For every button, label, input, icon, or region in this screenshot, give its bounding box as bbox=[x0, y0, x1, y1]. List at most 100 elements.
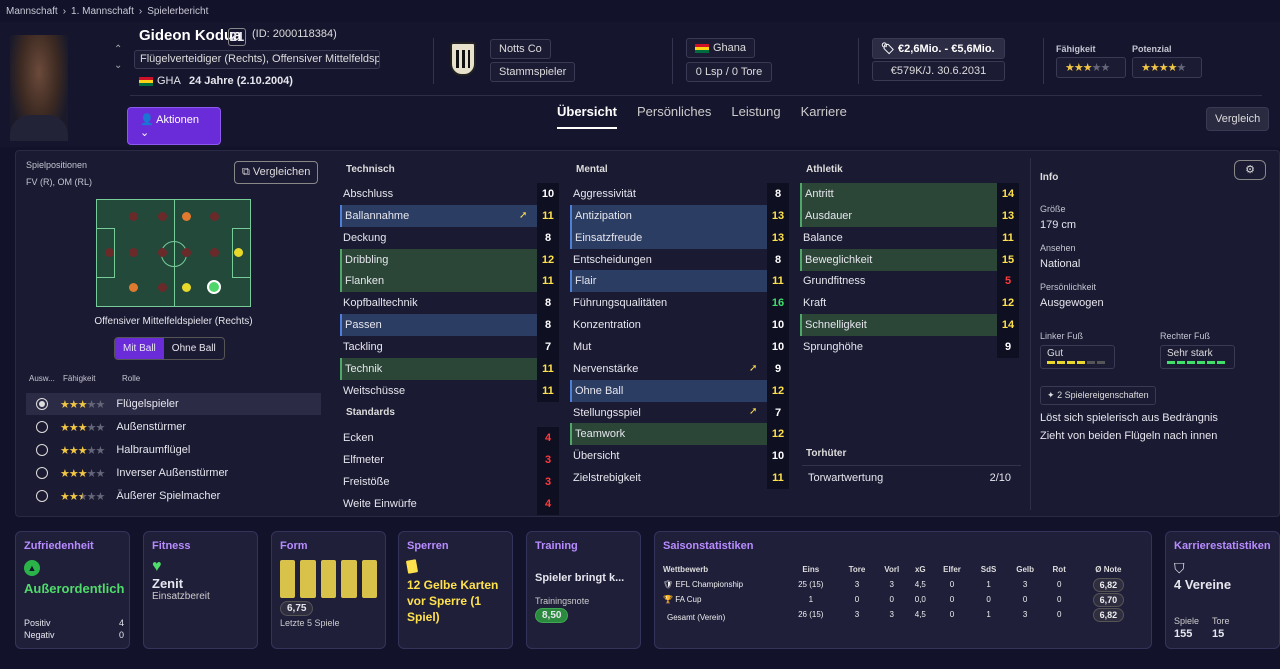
fitness-card[interactable]: Fitness ♥ Zenit Einsatzbereit bbox=[143, 531, 258, 649]
personality-label: Persönlichkeit bbox=[1040, 282, 1097, 292]
compare-positions-button[interactable]: ⧉ Vergleichen bbox=[234, 161, 319, 184]
attribute-row[interactable]: Ohne Ball 12 bbox=[570, 379, 789, 402]
attribute-row[interactable]: Flair 11 bbox=[570, 270, 789, 293]
bans-card[interactable]: Sperren 12 Gelbe Karten vor Sperre (1 Sp… bbox=[398, 531, 513, 649]
attribute-value: 13 bbox=[997, 204, 1019, 227]
training-card[interactable]: Training Spieler bringt k... Trainingsno… bbox=[526, 531, 641, 649]
attribute-row[interactable]: Beweglichkeit 15 bbox=[800, 248, 1019, 271]
attribute-value: 13 bbox=[767, 226, 789, 249]
attribute-name: Ballannahme bbox=[345, 209, 410, 222]
role-row[interactable]: ★★★★★ Außenstürmer bbox=[26, 416, 321, 438]
attribute-row[interactable]: Elfmeter 3 bbox=[340, 448, 559, 471]
attribute-row[interactable]: Antizipation 13 bbox=[570, 204, 789, 227]
role-row[interactable]: ★★★★★ Halbraumflügel bbox=[26, 439, 321, 461]
attribute-value: 14 bbox=[997, 183, 1019, 205]
breadcrumb-first-team[interactable]: 1. Mannschaft bbox=[71, 6, 134, 17]
attribute-row[interactable]: Sprunghöhe 9 bbox=[800, 335, 1019, 358]
morale-negative-count: 0 bbox=[118, 630, 124, 640]
season-col-header[interactable]: Ø Note bbox=[1074, 562, 1143, 577]
club-name[interactable]: Notts Co bbox=[490, 39, 551, 59]
career-stats-card[interactable]: Karrierestatistiken ⛉ 4 Vereine Spiele 1… bbox=[1165, 531, 1280, 649]
attribute-name: Übersicht bbox=[573, 450, 620, 463]
role-radio[interactable] bbox=[36, 421, 48, 433]
season-col-header[interactable]: Elfer bbox=[933, 562, 972, 577]
attribute-row[interactable]: Grundfitness 5 bbox=[800, 270, 1019, 293]
with-ball-button[interactable]: Mit Ball bbox=[115, 338, 164, 359]
attribute-row[interactable]: Einsatzfreude 13 bbox=[570, 226, 789, 249]
competition-name: 🏆 FA Cup bbox=[663, 592, 783, 607]
attribute-row[interactable]: Führungsqualitäten 16 bbox=[570, 292, 789, 315]
attribute-row[interactable]: Dribbling 12 bbox=[340, 248, 559, 271]
season-col-header[interactable]: Rot bbox=[1045, 562, 1074, 577]
chevron-up-icon[interactable]: ⌃ bbox=[114, 44, 122, 55]
compare-button[interactable]: Vergleich bbox=[1206, 107, 1270, 131]
attribute-row[interactable]: Kraft 12 bbox=[800, 292, 1019, 315]
morale-card[interactable]: Zufriedenheit ▲ Außerordentlich Positiv 4… bbox=[15, 531, 130, 649]
season-col-header[interactable]: Vorl bbox=[875, 562, 908, 577]
actions-button[interactable]: 👤 Aktionen ⌄ bbox=[127, 107, 221, 145]
stat-cell: 0,0 bbox=[914, 595, 926, 604]
squad-number: 21 bbox=[228, 28, 246, 46]
attribute-row[interactable]: Zielstrebigkeit 11 bbox=[570, 467, 789, 490]
attribute-value: 9 bbox=[767, 357, 789, 380]
attribute-row[interactable]: Tackling 7 bbox=[340, 335, 559, 358]
attribute-value: 14 bbox=[997, 314, 1019, 337]
attribute-row[interactable]: Freistöße 3 bbox=[340, 470, 559, 493]
attribute-row[interactable]: Mut 10 bbox=[570, 335, 789, 358]
tab-overview[interactable]: Übersicht bbox=[557, 104, 617, 129]
breadcrumb: Mannschaft › 1. Mannschaft › Spielerberich… bbox=[6, 6, 208, 17]
breadcrumb-mannschaft[interactable]: Mannschaft bbox=[6, 6, 58, 17]
right-foot-value: Sehr stark bbox=[1167, 348, 1213, 359]
table-row[interactable]: 🛡 EFL Championship 25 (15) 3 3 4,5 0 1 3 0 6,82 bbox=[663, 577, 1143, 592]
season-col-header[interactable]: Wettbewerb bbox=[663, 562, 783, 577]
role-row[interactable]: ★★★★★ Äußerer Spielmacher bbox=[26, 485, 321, 507]
attribute-row[interactable]: Konzentration 10 bbox=[570, 314, 789, 337]
attribute-row[interactable]: Antritt 14 bbox=[800, 183, 1019, 205]
season-col-header[interactable]: Tore bbox=[839, 562, 876, 577]
table-row[interactable]: 🏆 FA Cup 1 0 0 0,0 0 0 0 0 6,70 bbox=[663, 592, 1143, 607]
season-col-header[interactable]: Eins bbox=[783, 562, 839, 577]
season-col-header[interactable]: SdS bbox=[972, 562, 1006, 577]
attribute-row[interactable]: Weitschüsse 11 bbox=[340, 379, 559, 402]
chevron-down-icon[interactable]: ⌄ bbox=[114, 60, 122, 71]
season-col-header[interactable]: Gelb bbox=[1006, 562, 1045, 577]
attribute-row[interactable]: Entscheidungen 8 bbox=[570, 248, 789, 271]
attribute-row[interactable]: Aggressivität 8 bbox=[570, 183, 789, 205]
attribute-row[interactable]: Weite Einwürfe 4 bbox=[340, 492, 559, 515]
attribute-row[interactable]: Balance 11 bbox=[800, 226, 1019, 249]
profile-settings-icon[interactable]: ⚙ bbox=[1234, 160, 1266, 180]
attribute-row[interactable]: Teamwork 12 bbox=[570, 423, 789, 446]
attribute-row[interactable]: Kopfballtechnik 8 bbox=[340, 292, 559, 315]
attribute-row[interactable]: Abschluss 10 bbox=[340, 183, 559, 205]
attribute-row[interactable]: Deckung 8 bbox=[340, 226, 559, 249]
form-card[interactable]: Form 6,75 Letzte 5 Spiele bbox=[271, 531, 386, 649]
attribute-row[interactable]: Flanken 11 bbox=[340, 270, 559, 293]
attribute-row[interactable]: Ecken 4 bbox=[340, 427, 559, 449]
attribute-row[interactable]: Ausdauer 13 bbox=[800, 204, 1019, 227]
attribute-row[interactable]: Passen 8 bbox=[340, 314, 559, 337]
without-ball-button[interactable]: Ohne Ball bbox=[164, 338, 224, 359]
attribute-name: Flair bbox=[575, 275, 597, 288]
club-crest-icon[interactable] bbox=[450, 42, 476, 76]
role-radio[interactable] bbox=[36, 398, 48, 410]
tab-personal[interactable]: Persönliches bbox=[637, 104, 711, 129]
attribute-row[interactable]: Übersicht 10 bbox=[570, 445, 789, 468]
role-radio[interactable] bbox=[36, 444, 48, 456]
role-radio[interactable] bbox=[36, 467, 48, 479]
player-traits-button[interactable]: ✦ 2 Spielereigenschaften bbox=[1040, 386, 1156, 405]
attribute-value: 11 bbox=[537, 204, 559, 227]
season-stats-card[interactable]: Saisonstatistiken Wettbewerb Eins Tore Vorl… bbox=[654, 531, 1152, 649]
season-col-header[interactable]: xG bbox=[908, 562, 932, 577]
trend-up-icon: ➚ bbox=[749, 406, 758, 417]
table-row[interactable]: Gesamt (Verein) 26 (15) 3 3 4,5 0 1 3 0 6,82 bbox=[663, 607, 1143, 622]
attribute-row[interactable]: Technik 11 bbox=[340, 357, 559, 380]
role-row[interactable]: ★★★★★ Inverser Außenstürmer bbox=[26, 462, 321, 484]
role-radio[interactable] bbox=[36, 490, 48, 502]
attribute-name: Zielstrebigkeit bbox=[573, 472, 641, 485]
nation-box[interactable]: Ghana bbox=[686, 38, 756, 58]
tab-performance[interactable]: Leistung bbox=[731, 104, 780, 129]
attribute-row[interactable]: Schnelligkeit 14 bbox=[800, 314, 1019, 337]
tab-career[interactable]: Karriere bbox=[801, 104, 847, 129]
role-row[interactable]: ★★★★★ Flügelspieler bbox=[26, 393, 321, 415]
reputation-value: National bbox=[1040, 258, 1081, 270]
